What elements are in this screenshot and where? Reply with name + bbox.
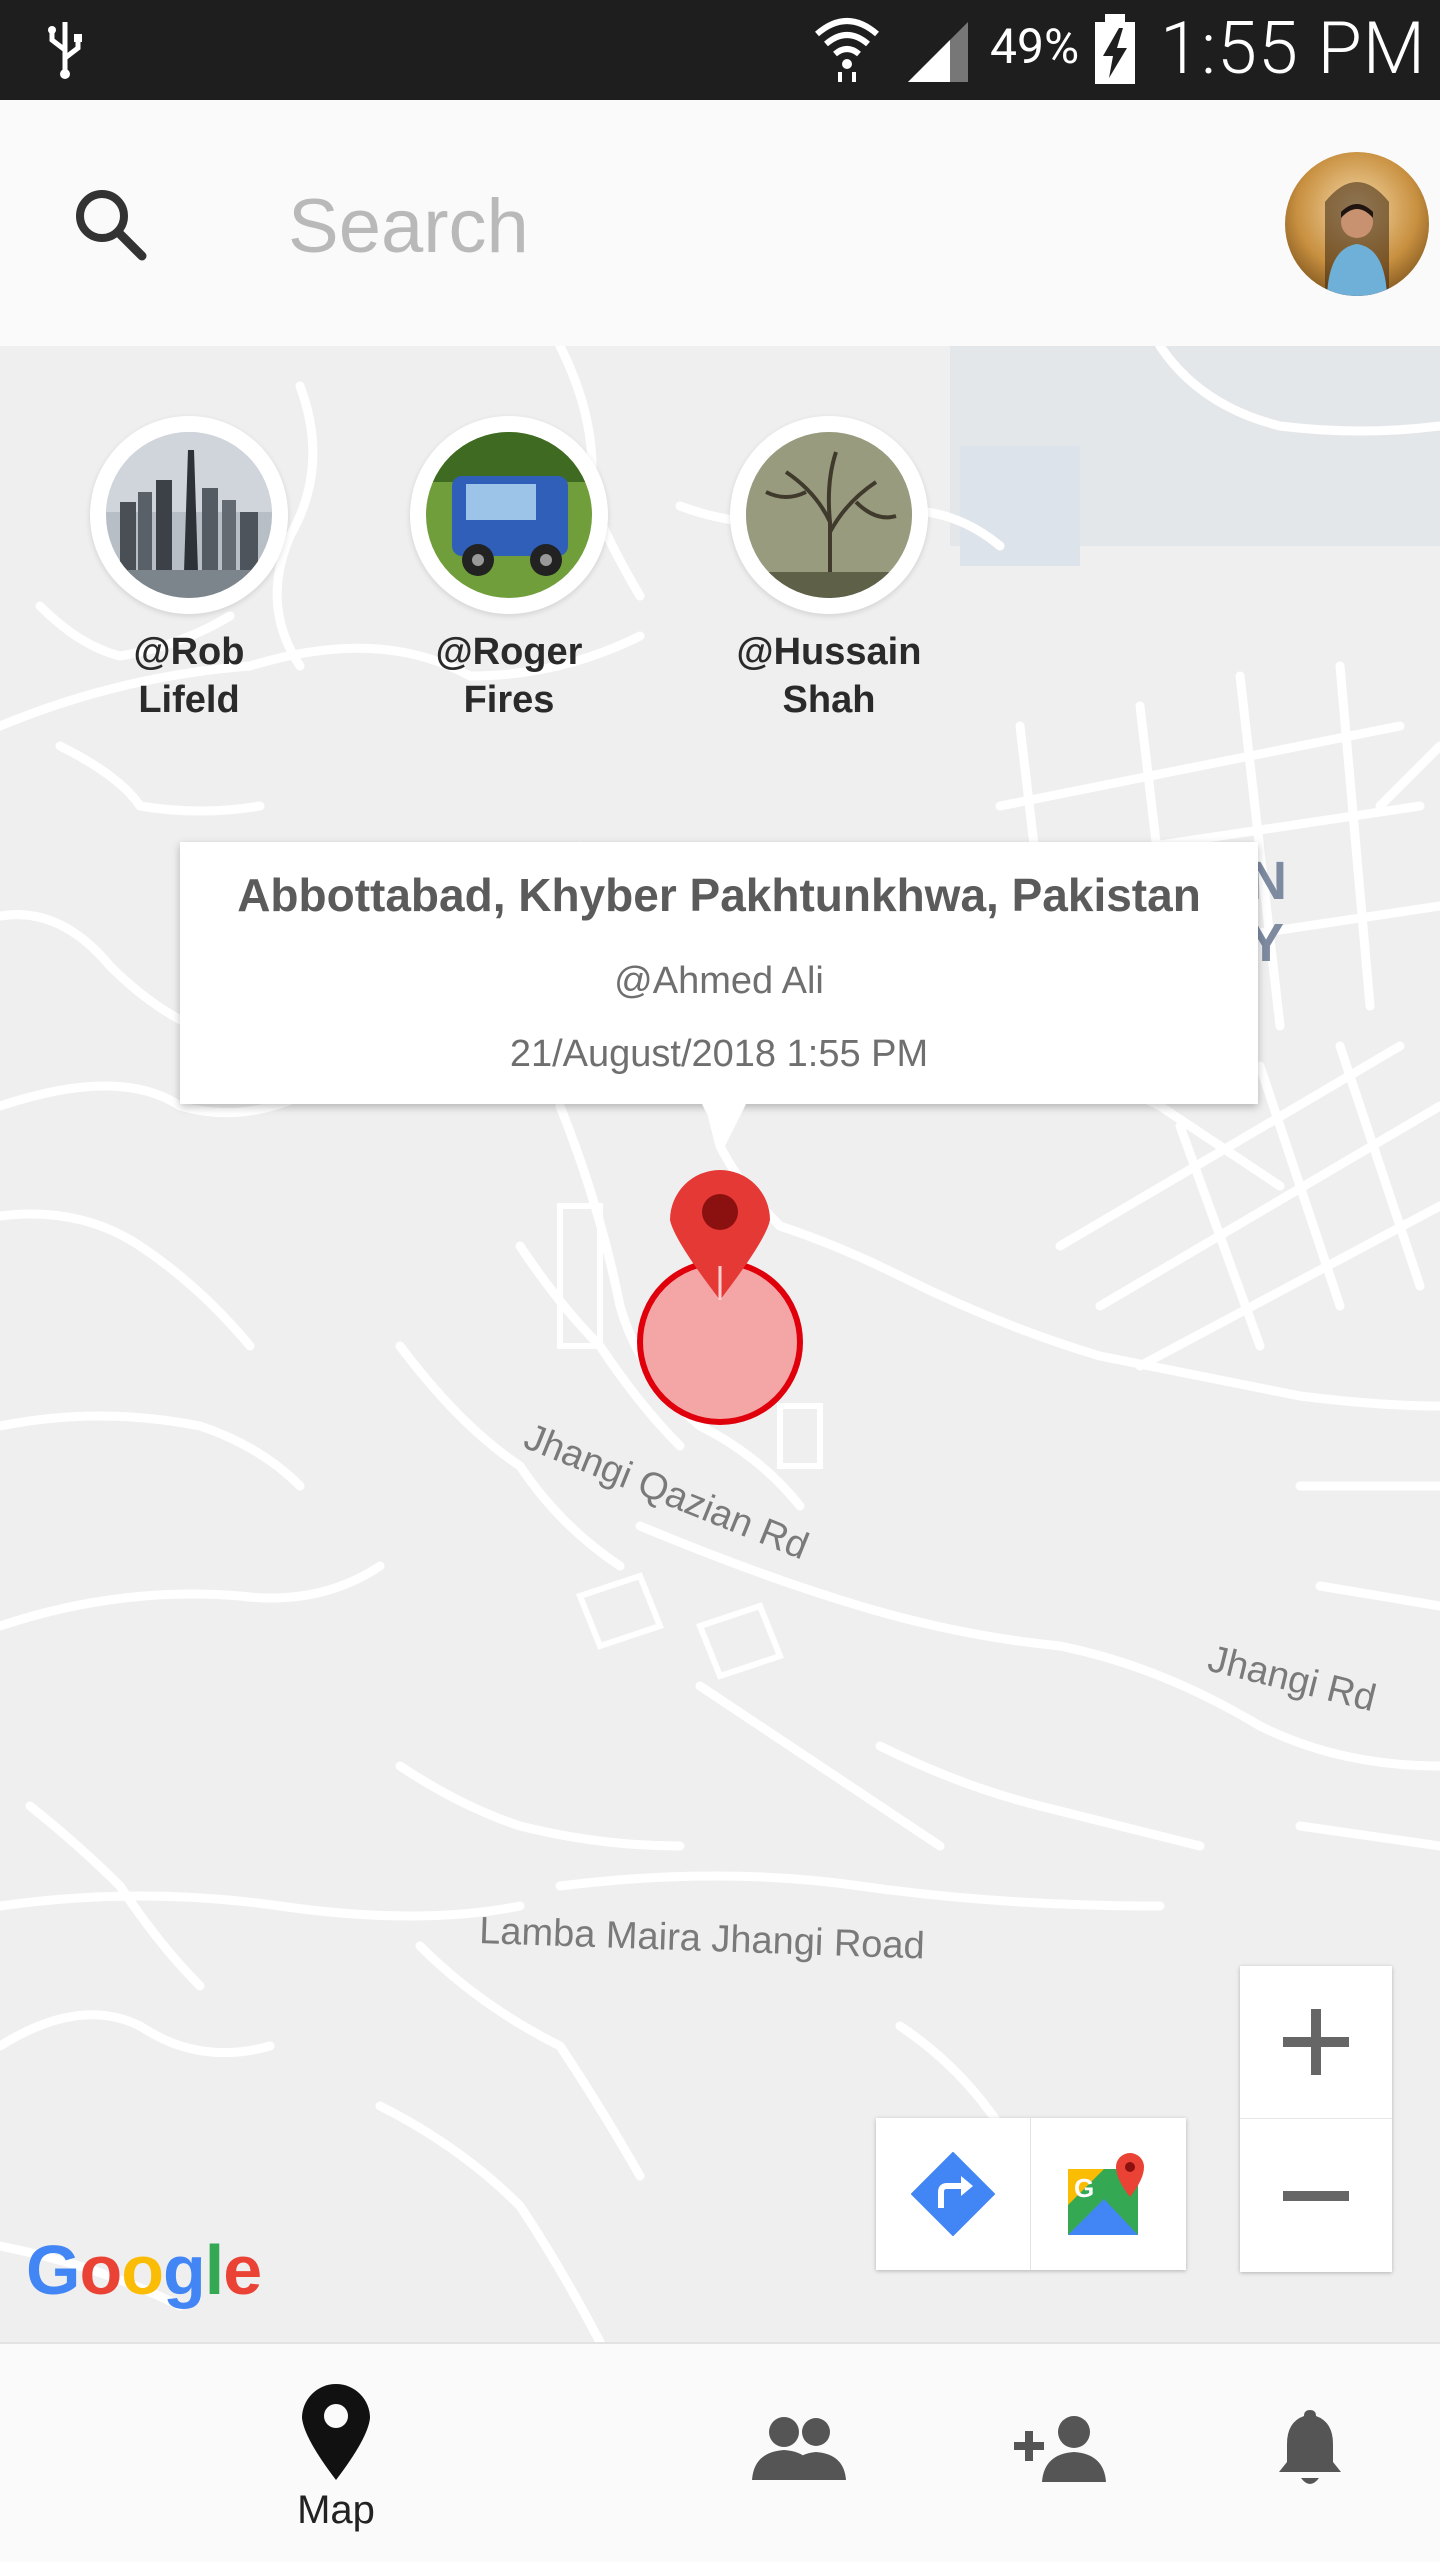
zoom-control [1240,1966,1392,2272]
add-person-icon [1014,2416,1106,2482]
map-toolbar: G [876,2118,1186,2270]
bell-icon [1279,2410,1341,2484]
friend-photo [106,432,272,598]
info-window-pointer [702,1104,746,1148]
search-icon[interactable] [70,184,150,264]
zoom-out-button[interactable] [1240,2120,1392,2272]
battery-charging-icon [1095,14,1135,84]
nav-map[interactable]: Map [236,2344,436,2562]
location-pin-icon[interactable] [620,1166,820,1426]
wifi-icon [815,18,879,82]
clock: 1:55 PM [1160,6,1427,91]
shared-by-user: @Ahmed Ali [614,960,824,1002]
nav-friends[interactable] [720,2344,880,2562]
friend-handle: @Hussain Shah [736,631,922,721]
cell-signal-icon [908,22,968,82]
place-name: Abbottabad, Khyber Pakhtunkhwa, Pakistan [237,869,1201,921]
app-bar [0,100,1440,346]
svg-text:G: G [1074,2173,1094,2203]
friend-bubble[interactable]: @Roger Fires [394,416,624,724]
friend-photo [426,432,592,598]
map-pin-icon [302,2383,370,2480]
status-bar: 49% 1:55 PM [0,0,1440,100]
nav-add-friend[interactable] [980,2344,1140,2562]
usb-icon [48,22,82,79]
friend-bubble[interactable]: @Hussain Shah [714,416,944,724]
profile-avatar[interactable] [1285,152,1429,296]
directions-button[interactable] [876,2118,1031,2270]
google-logo: Google [26,2231,262,2309]
nav-map-label: Map [297,2488,375,2532]
open-in-maps-button[interactable]: G [1032,2118,1186,2270]
friend-handle: @Rob Lifeld [133,631,245,721]
map-view[interactable]: Jhangi Qazian Rd Jhangi Rd Lamba Maira J… [0,346,1440,2342]
friend-photo [746,432,912,598]
location-info-window[interactable]: Abbottabad, Khyber Pakhtunkhwa, Pakistan… [180,842,1258,1148]
friend-handle: @Roger Fires [435,631,583,721]
zoom-in-button[interactable] [1240,1966,1392,2119]
plus-icon [1283,2009,1349,2075]
friend-bubble[interactable]: @Rob Lifeld [74,416,304,724]
battery-percentage: 49% [990,18,1080,75]
bottom-navigation: Map [0,2342,1440,2562]
shared-timestamp: 21/August/2018 1:55 PM [509,1033,929,1075]
people-icon [752,2417,846,2480]
search-input[interactable] [286,180,1190,272]
nav-notifications[interactable] [1230,2344,1390,2562]
directions-icon [911,2152,995,2236]
minus-icon [1283,2191,1349,2201]
google-maps-icon: G [1068,2153,1144,2235]
